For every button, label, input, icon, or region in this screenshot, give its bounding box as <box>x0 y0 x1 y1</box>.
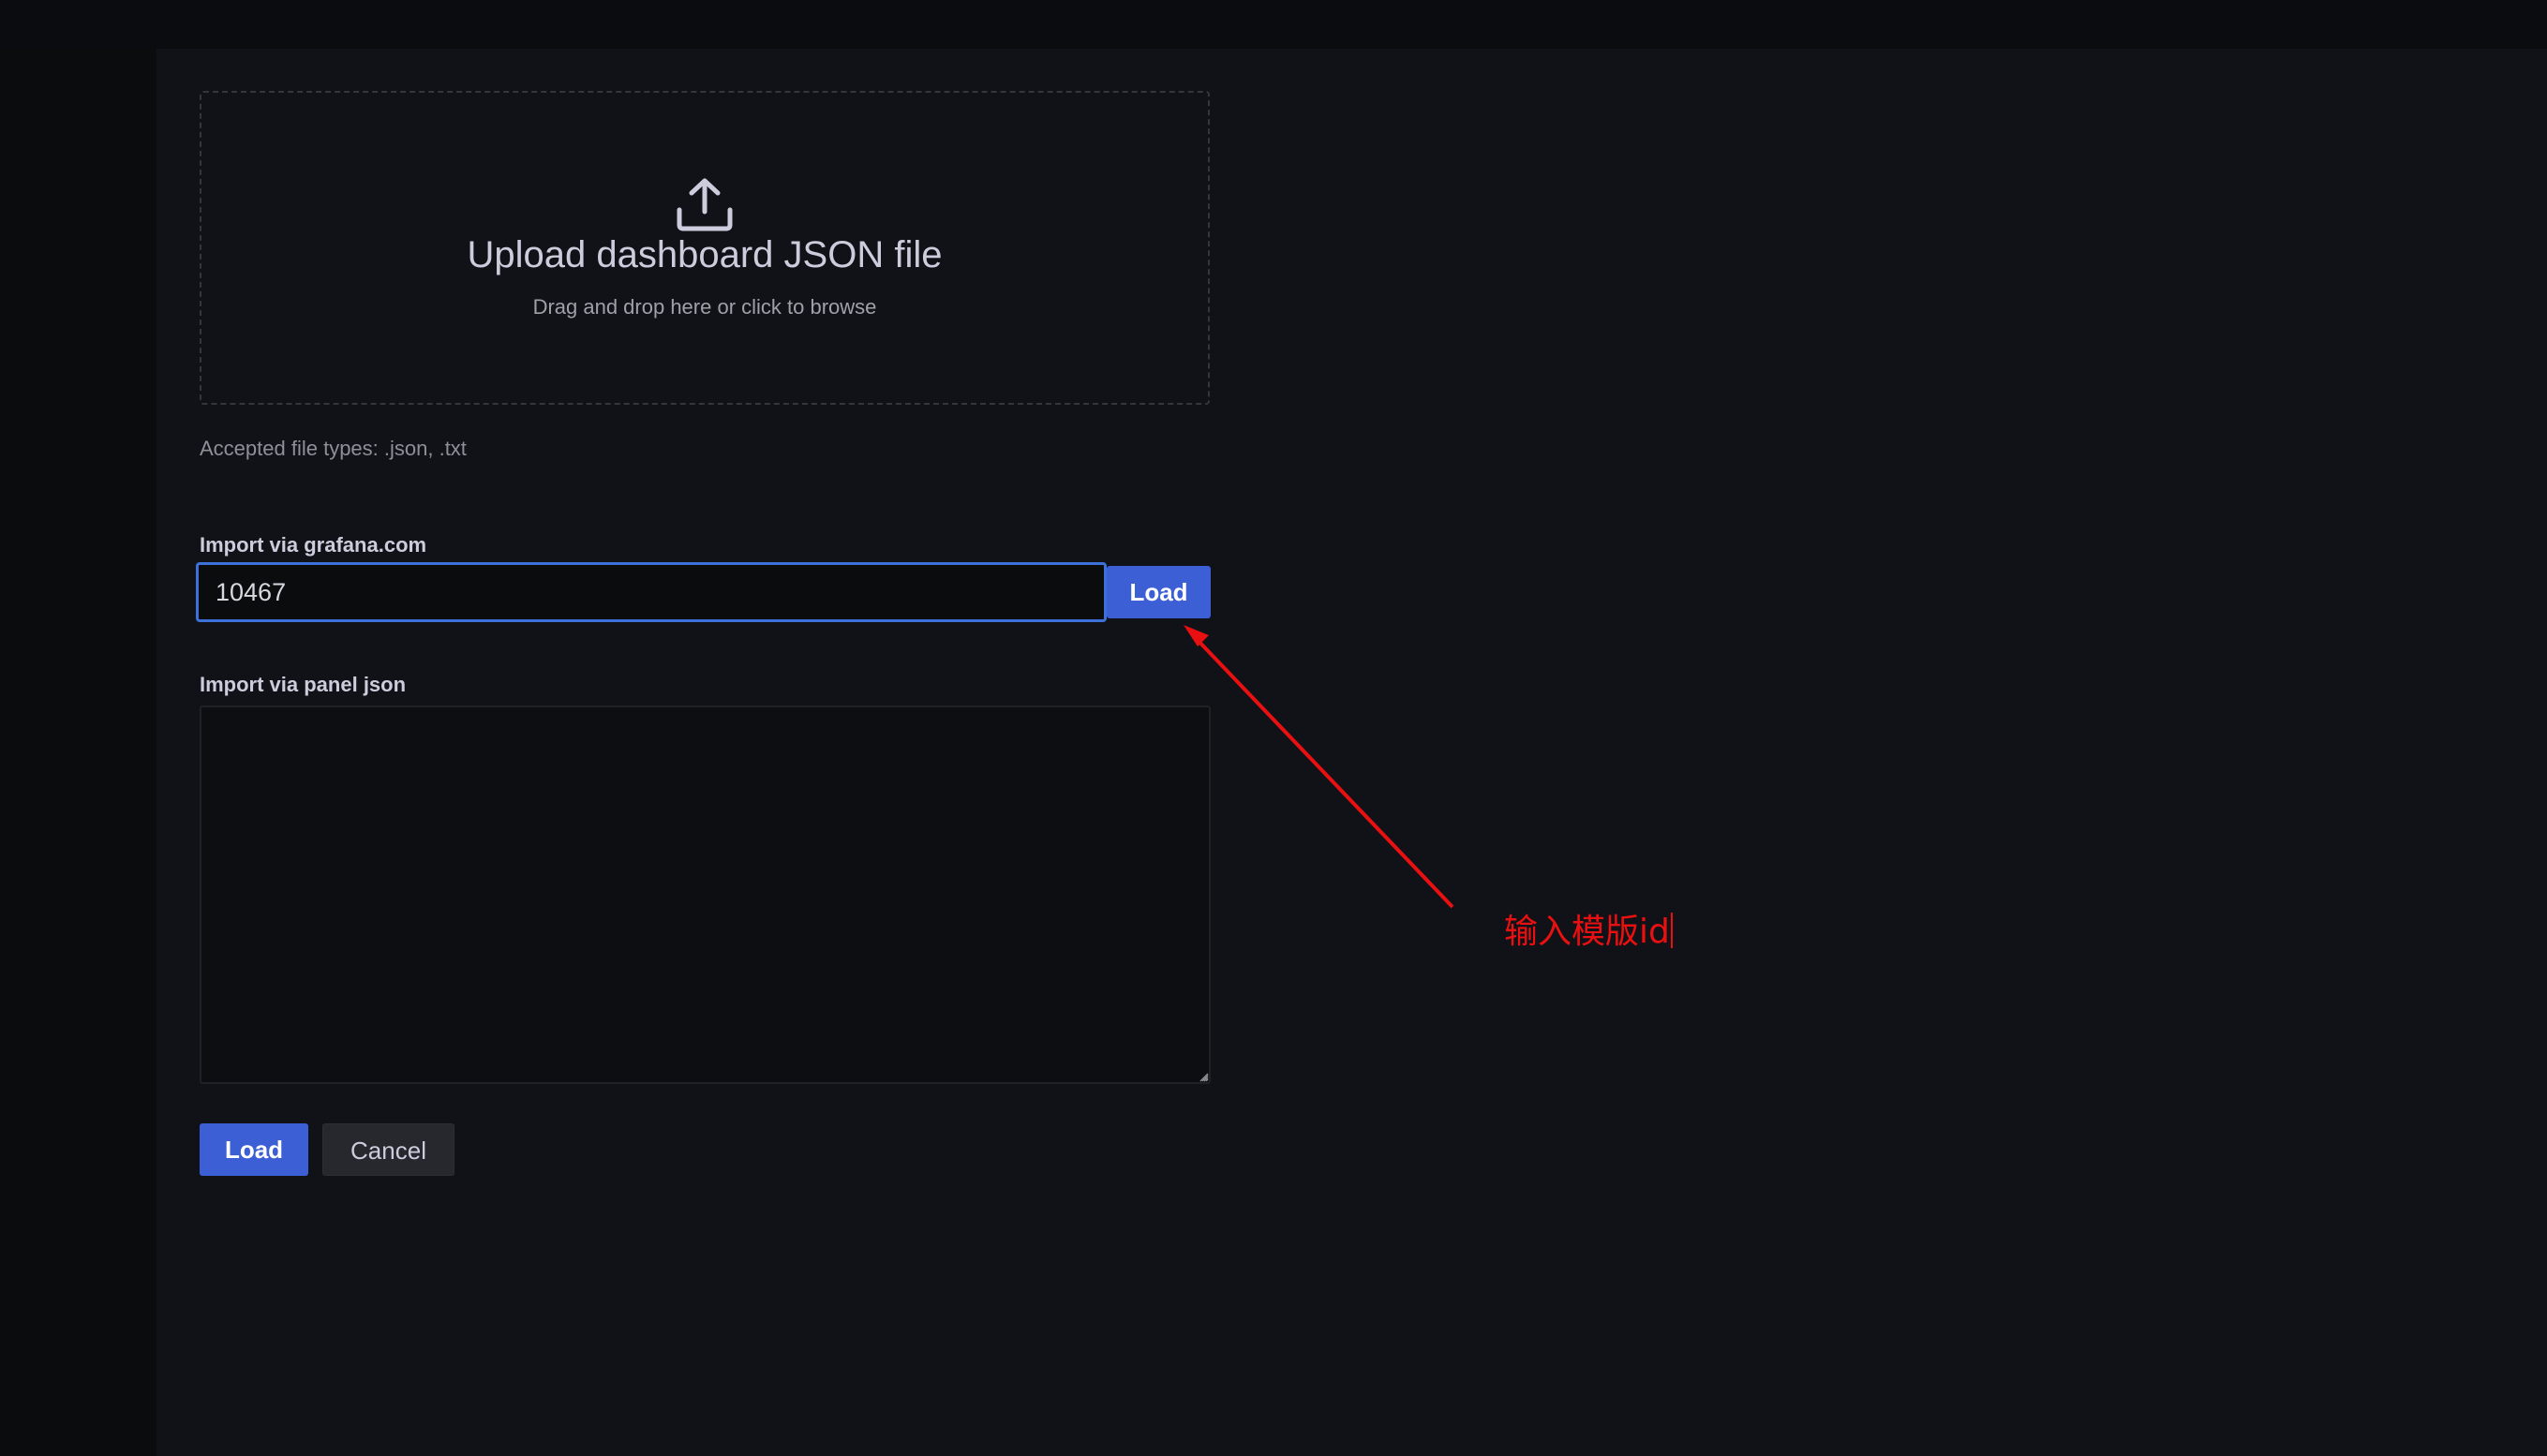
top-bar <box>0 0 2547 49</box>
panel-json-label: Import via panel json <box>200 673 407 696</box>
side-gutter <box>0 49 156 1456</box>
grafana-load-button[interactable]: Load <box>1107 566 1211 618</box>
text-caret <box>1670 913 1673 948</box>
upload-hint: Drag and drop here or click to browse <box>532 295 877 319</box>
resize-handle-icon[interactable] <box>1198 1071 1209 1082</box>
upload-icon <box>677 178 733 231</box>
annotation-note: 输入模版id <box>1504 912 1673 953</box>
accepted-file-types: Accepted file types: .json, .txt <box>200 437 467 460</box>
upload-title: Upload dashboard JSON file <box>467 234 943 275</box>
grafana-id-input[interactable] <box>196 562 1107 622</box>
load-button[interactable]: Load <box>200 1123 308 1176</box>
panel-json-textarea[interactable] <box>200 706 1211 1084</box>
cancel-button[interactable]: Cancel <box>322 1123 454 1176</box>
annotation-text: 输入模版id <box>1504 913 1670 951</box>
grafana-import-label: Import via grafana.com <box>200 533 427 557</box>
